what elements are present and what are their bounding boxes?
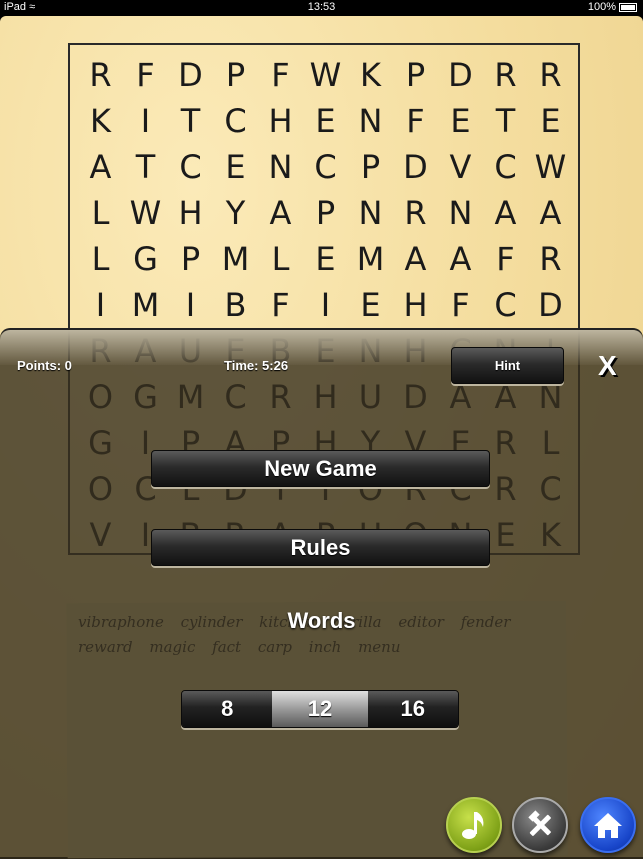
grid-cell[interactable]: F (258, 52, 303, 98)
music-button[interactable] (446, 797, 502, 853)
word-count-option-16[interactable]: 16 (367, 691, 458, 727)
grid-cell[interactable]: K (348, 52, 393, 98)
grid-cell[interactable]: N (438, 190, 483, 236)
grid-cell[interactable]: R (528, 236, 573, 282)
grid-cell[interactable]: D (168, 52, 213, 98)
grid-cell[interactable]: R (78, 52, 123, 98)
grid-cell[interactable]: C (483, 144, 528, 190)
clock: 13:53 (307, 1, 336, 13)
new-game-button[interactable]: New Game (151, 450, 490, 487)
grid-cell[interactable]: F (438, 282, 483, 328)
grid-cell[interactable]: A (438, 236, 483, 282)
grid-cell[interactable]: F (258, 282, 303, 328)
home-button[interactable] (580, 797, 636, 853)
grid-cell[interactable]: E (528, 98, 573, 144)
grid-cell[interactable]: E (303, 236, 348, 282)
grid-cell[interactable]: E (213, 144, 258, 190)
grid-cell[interactable]: F (483, 236, 528, 282)
tools-icon (528, 810, 551, 836)
grid-cell[interactable]: C (303, 144, 348, 190)
grid-cell[interactable]: E (348, 282, 393, 328)
home-icon (594, 813, 622, 838)
battery-indicator: 100% (588, 1, 637, 13)
grid-cell[interactable]: V (438, 144, 483, 190)
grid-cell[interactable]: W (303, 52, 348, 98)
close-button[interactable]: X (598, 350, 617, 382)
grid-cell[interactable]: T (123, 144, 168, 190)
grid-cell[interactable]: R (528, 52, 573, 98)
grid-cell[interactable]: E (303, 98, 348, 144)
grid-cell[interactable]: M (213, 236, 258, 282)
grid-cell[interactable]: P (168, 236, 213, 282)
grid-cell[interactable]: L (258, 236, 303, 282)
grid-cell[interactable]: N (348, 190, 393, 236)
status-bar: iPad ≈ 13:53 100% (0, 0, 643, 16)
grid-cell[interactable]: F (393, 98, 438, 144)
grid-cell[interactable]: E (438, 98, 483, 144)
grid-cell[interactable]: A (78, 144, 123, 190)
grid-cell[interactable]: A (258, 190, 303, 236)
word-count-option-12[interactable]: 12 (272, 691, 368, 727)
grid-cell[interactable]: D (528, 282, 573, 328)
grid-cell[interactable]: A (483, 190, 528, 236)
grid-cell[interactable]: P (348, 144, 393, 190)
grid-cell[interactable]: N (258, 144, 303, 190)
grid-cell[interactable]: T (168, 98, 213, 144)
grid-cell[interactable]: P (393, 52, 438, 98)
grid-cell[interactable]: T (483, 98, 528, 144)
hint-button[interactable]: Hint (451, 347, 564, 384)
grid-cell[interactable]: C (168, 144, 213, 190)
grid-cell[interactable]: W (123, 190, 168, 236)
grid-cell[interactable]: N (348, 98, 393, 144)
grid-cell[interactable]: B (213, 282, 258, 328)
grid-cell[interactable]: P (303, 190, 348, 236)
grid-cell[interactable]: F (123, 52, 168, 98)
battery-icon (619, 2, 637, 12)
grid-cell[interactable]: L (78, 236, 123, 282)
music-note-icon (462, 812, 484, 839)
grid-cell[interactable]: K (78, 98, 123, 144)
grid-cell[interactable]: R (393, 190, 438, 236)
grid-cell[interactable]: I (168, 282, 213, 328)
settings-button[interactable] (512, 797, 568, 853)
word-count-option-8[interactable]: 8 (182, 691, 273, 727)
grid-cell[interactable]: I (303, 282, 348, 328)
grid-cell[interactable]: L (78, 190, 123, 236)
battery-percent: 100% (587, 1, 616, 13)
words-title: Words (287, 608, 356, 633)
grid-cell[interactable]: W (528, 144, 573, 190)
grid-cell[interactable]: H (168, 190, 213, 236)
grid-cell[interactable]: P (213, 52, 258, 98)
grid-cell[interactable]: I (78, 282, 123, 328)
grid-cell[interactable]: C (213, 98, 258, 144)
grid-cell[interactable]: C (483, 282, 528, 328)
grid-cell[interactable]: H (258, 98, 303, 144)
grid-cell[interactable]: I (123, 98, 168, 144)
rules-button[interactable]: Rules (151, 529, 490, 566)
grid-cell[interactable]: D (393, 144, 438, 190)
grid-cell[interactable]: D (438, 52, 483, 98)
grid-cell[interactable]: M (348, 236, 393, 282)
grid-cell[interactable]: G (123, 236, 168, 282)
grid-cell[interactable]: A (528, 190, 573, 236)
grid-cell[interactable]: R (483, 52, 528, 98)
points-label: Points: 0 (17, 358, 72, 373)
grid-cell[interactable]: M (123, 282, 168, 328)
word-count-selector: 8 12 16 (181, 690, 459, 728)
time-label: Time: 5:26 (224, 358, 289, 373)
menu-overlay (0, 328, 643, 859)
grid-cell[interactable]: A (393, 236, 438, 282)
grid-cell[interactable]: Y (213, 190, 258, 236)
grid-cell[interactable]: H (393, 282, 438, 328)
